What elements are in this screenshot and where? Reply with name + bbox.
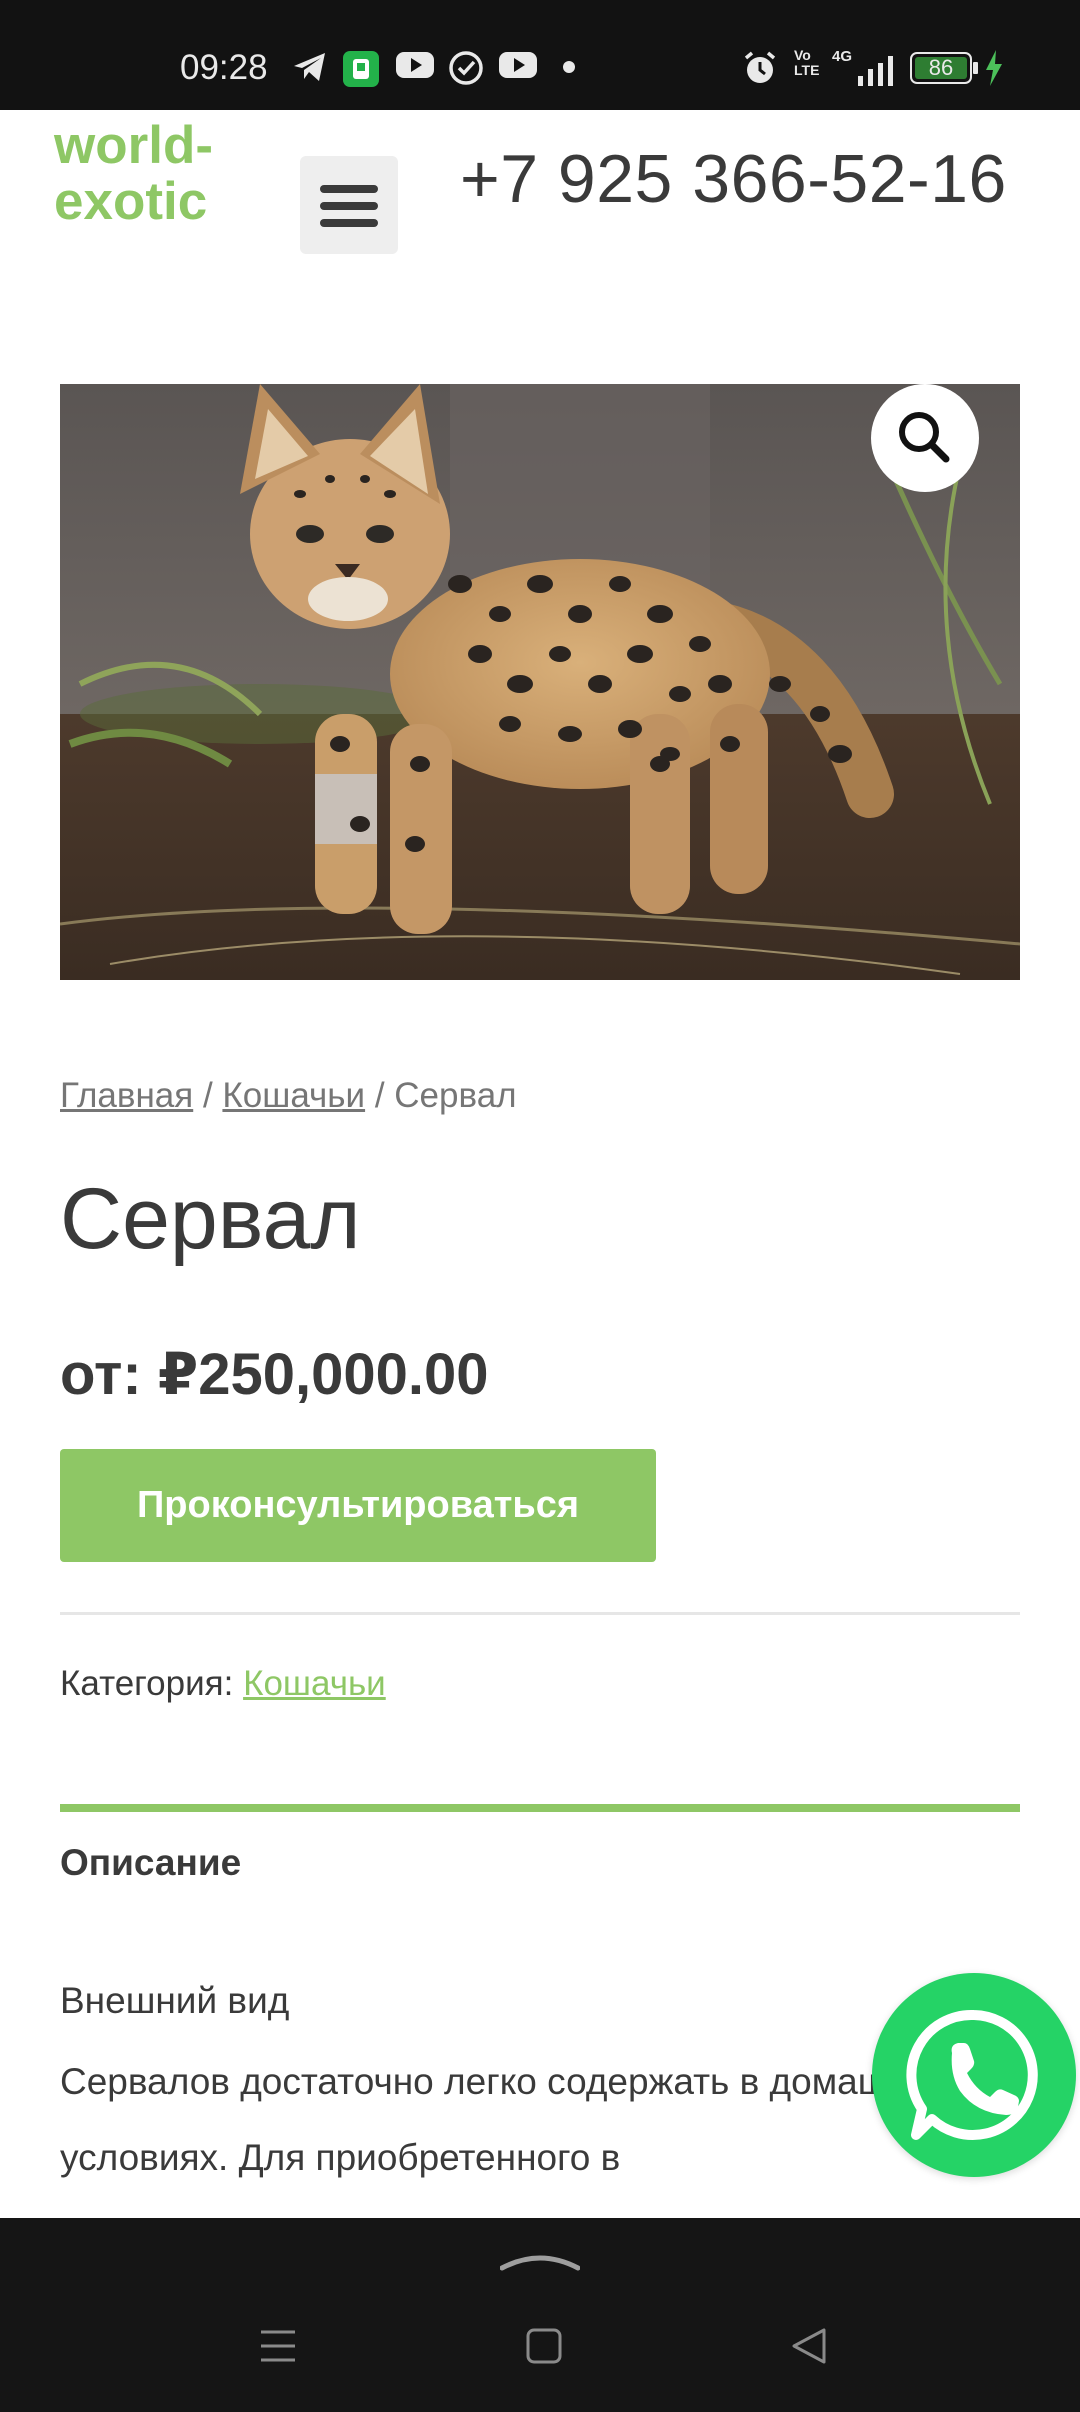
breadcrumb-home-link[interactable]: Главная <box>60 1076 193 1115</box>
breadcrumb: Главная / Кошачьи / Сервал <box>60 1076 517 1116</box>
recents-icon[interactable] <box>258 2326 298 2366</box>
app-icon <box>343 51 379 87</box>
whatsapp-button[interactable] <box>872 1973 1076 2177</box>
back-icon[interactable] <box>790 2326 830 2366</box>
divider <box>60 1612 1020 1615</box>
phone-link[interactable]: +7 925 366-52-16 <box>460 140 1007 218</box>
image-zoom-button[interactable] <box>871 384 979 492</box>
status-time: 09:28 <box>180 48 268 87</box>
hamburger-icon-bar <box>320 219 378 227</box>
volte-icon: Vo LTE <box>794 47 820 78</box>
youtube-icon <box>499 52 537 78</box>
network-type: 4G <box>832 48 853 65</box>
status-bar: 09:28 Vo LTE 4G 86 <box>0 0 1080 110</box>
check-circle-icon <box>449 51 483 85</box>
product-title: Сервал <box>60 1171 361 1267</box>
hamburger-icon <box>320 185 378 193</box>
logo-line1: world- <box>54 116 213 175</box>
home-icon[interactable] <box>524 2326 564 2366</box>
site-header: world- exotic +7 925 366-52-16 <box>0 110 1080 280</box>
category-label: Категория: <box>60 1664 234 1703</box>
breadcrumb-category-link[interactable]: Кошачьи <box>222 1076 365 1115</box>
battery-icon: 86 <box>910 52 972 84</box>
breadcrumb-current: Сервал <box>394 1076 517 1115</box>
breadcrumb-separator: / <box>374 1076 385 1115</box>
dot-icon <box>563 61 575 73</box>
battery-tip <box>973 62 978 74</box>
signal-icon <box>858 56 893 86</box>
product-category: Категория: Кошачьи <box>60 1664 386 1704</box>
description-text: Сервалов достаточно легко содержать в до… <box>60 2061 948 2178</box>
battery-level: 86 <box>915 55 967 80</box>
price-prefix: от: <box>60 1342 142 1407</box>
telegram-icon <box>294 53 325 81</box>
youtube-icon <box>396 52 434 78</box>
description-heading: Внешний вид <box>60 1980 290 2021</box>
product-price: от: ₽250,000.00 <box>60 1340 488 1408</box>
menu-button[interactable] <box>300 156 398 254</box>
charging-icon <box>986 50 1002 86</box>
logo-line2: exotic <box>54 172 208 231</box>
whatsapp-icon <box>906 2009 1038 2140</box>
system-navigation-bar <box>0 2218 1080 2412</box>
price-value: ₽250,000.00 <box>157 1342 489 1407</box>
breadcrumb-separator: / <box>202 1076 213 1115</box>
consult-button[interactable]: Проконсультироваться <box>60 1449 656 1562</box>
tab-description[interactable]: Описание <box>60 1842 241 1884</box>
alarm-icon <box>744 51 776 83</box>
hamburger-icon-bar <box>320 202 378 210</box>
site-logo[interactable]: world- exotic <box>54 118 213 230</box>
search-icon <box>899 412 950 463</box>
tab-active-indicator <box>60 1804 1020 1812</box>
category-link[interactable]: Кошачьи <box>243 1664 386 1703</box>
chevron-up-icon[interactable] <box>500 2248 580 2272</box>
